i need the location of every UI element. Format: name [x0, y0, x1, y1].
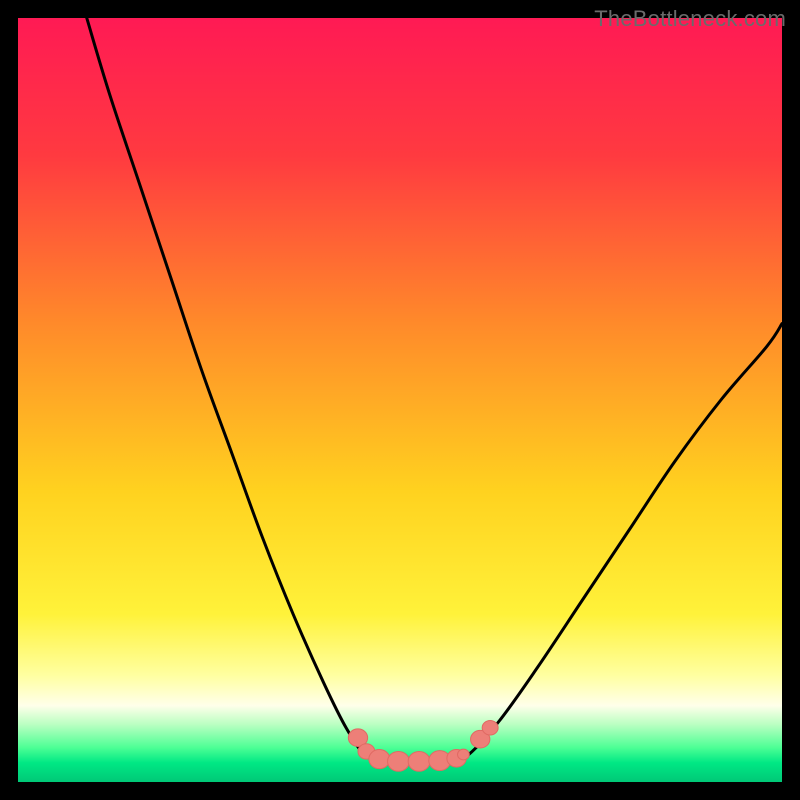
- valley-marker: [458, 749, 470, 760]
- chart-frame: [18, 18, 782, 782]
- valley-marker: [388, 751, 410, 771]
- gradient-background: [18, 18, 782, 782]
- valley-marker: [482, 721, 498, 736]
- bottleneck-chart: [18, 18, 782, 782]
- valley-marker: [369, 750, 390, 769]
- valley-marker: [408, 751, 430, 771]
- watermark-text: TheBottleneck.com: [594, 6, 786, 32]
